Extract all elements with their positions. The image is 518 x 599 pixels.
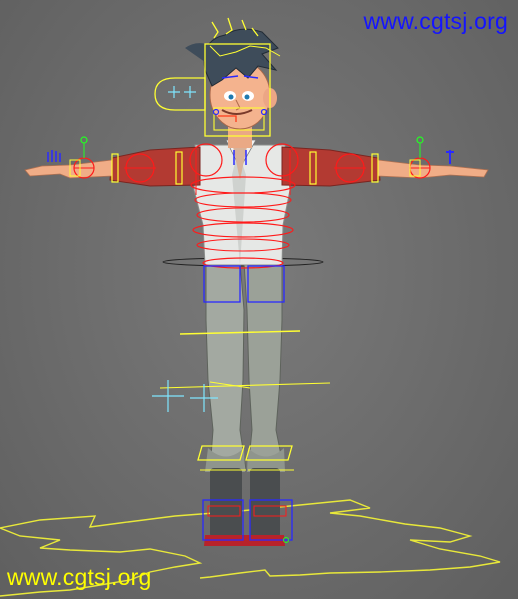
pole-vector-left[interactable] xyxy=(152,380,184,412)
left-sleeve xyxy=(109,146,201,187)
right-forearm xyxy=(377,159,489,179)
scene-canvas[interactable] xyxy=(0,0,518,599)
right-pant-leg xyxy=(243,261,285,471)
watermark-bottom: www.cgtsj.org xyxy=(7,564,152,590)
left-forearm xyxy=(24,159,113,179)
left-boot xyxy=(210,468,242,538)
watermark-top: www.cgtsj.org xyxy=(363,8,508,34)
3d-viewport[interactable]: www.cgtsj.org www.cgtsj.org xyxy=(0,0,518,599)
character-mesh[interactable] xyxy=(24,28,489,546)
eye-aim-control[interactable] xyxy=(154,77,206,111)
right-boot xyxy=(250,468,280,538)
